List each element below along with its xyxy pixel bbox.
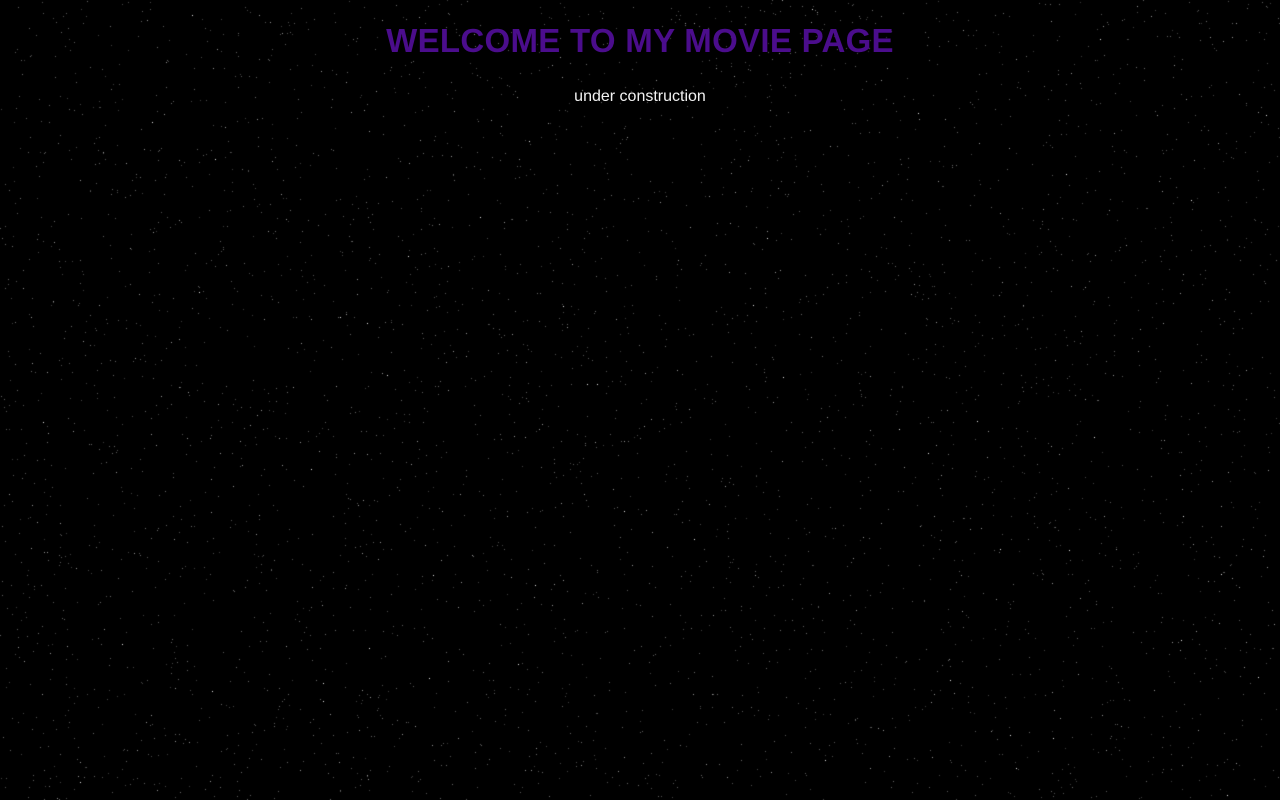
page-title: WELCOME TO MY MOVIE PAGE bbox=[386, 22, 894, 59]
main-content: WELCOME TO MY MOVIE PAGE under construct… bbox=[0, 0, 1280, 106]
starfield-background bbox=[0, 0, 1280, 800]
construction-notice: under construction bbox=[574, 88, 706, 105]
